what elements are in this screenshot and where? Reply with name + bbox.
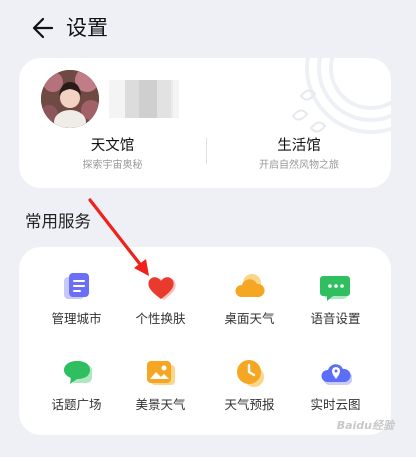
manage-city-icon: [64, 273, 89, 299]
service-scenic-weather[interactable]: 美景天气: [114, 357, 207, 429]
service-weather-forecast[interactable]: 天气预报: [203, 357, 296, 429]
service-label: 实时云图: [310, 397, 361, 412]
service-label: 话题广场: [51, 397, 102, 412]
service-label: 桌面天气: [224, 311, 275, 326]
service-desktop-weather[interactable]: 桌面天气: [203, 271, 296, 343]
service-manage-city[interactable]: 管理城市: [30, 271, 123, 343]
watermark: Baidu经验: [336, 419, 394, 432]
life-hall-link[interactable]: 生活馆 开启自然风物之旅: [206, 132, 391, 174]
cloud-pin-icon: [321, 364, 352, 385]
avatar[interactable]: [41, 70, 99, 128]
astronomy-hall-title: 天文馆: [90, 138, 135, 154]
service-label: 管理城市: [51, 311, 102, 326]
speech-bubble-icon: [64, 361, 92, 384]
username-blurred: [109, 80, 179, 118]
service-label: 天气预报: [224, 397, 275, 412]
clock-icon: [237, 360, 264, 387]
astronomy-hall-link[interactable]: 天文馆 探索宇宙奥秘: [19, 132, 206, 174]
heart-icon: [148, 277, 176, 300]
service-voice-settings[interactable]: 语音设置: [289, 271, 382, 343]
page-title: 设置: [66, 16, 108, 40]
profile-card: 天文馆 探索宇宙奥秘 生活馆 开启自然风物之旅: [19, 58, 391, 188]
landscape-image-icon: [147, 361, 175, 385]
services-card: 管理城市 个性换肤 桌面天气 语音设置 话题广场 美景天气 天气预报 实时云图: [19, 247, 391, 435]
life-hall-subtitle: 开启自然风物之旅: [259, 160, 339, 171]
service-skin[interactable]: 个性换肤: [114, 271, 207, 343]
section-title: 常用服务: [25, 212, 91, 231]
service-label: 个性换肤: [135, 311, 186, 326]
life-hall-title: 生活馆: [277, 138, 321, 154]
header: 设置: [0, 0, 416, 56]
chat-bubble-icon: [320, 276, 350, 301]
cloud-icon: [235, 274, 265, 297]
astronomy-hall-subtitle: 探索宇宙奥秘: [82, 160, 143, 171]
service-topic-square[interactable]: 话题广场: [30, 357, 123, 429]
back-arrow-icon[interactable]: [30, 14, 56, 42]
service-label: 美景天气: [135, 397, 186, 412]
service-label: 语音设置: [310, 311, 361, 326]
